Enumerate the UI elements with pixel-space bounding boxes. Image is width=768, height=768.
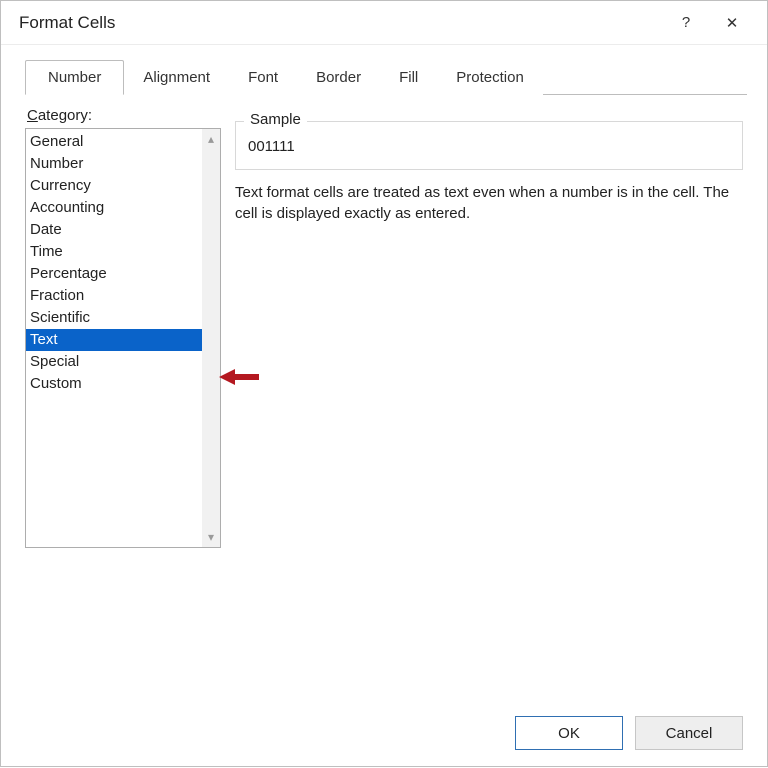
category-item-number[interactable]: Number <box>26 153 202 175</box>
annotation-arrow-icon <box>219 367 259 387</box>
category-label: Category: <box>27 107 221 124</box>
tab-strip: Number Alignment Font Border Fill Protec… <box>25 59 747 95</box>
dialog-body: Number Alignment Font Border Fill Protec… <box>1 45 767 768</box>
category-item-date[interactable]: Date <box>26 219 202 241</box>
tab-border[interactable]: Border <box>297 60 380 95</box>
tab-fill[interactable]: Fill <box>380 60 437 95</box>
category-item-text[interactable]: Text <box>26 329 202 351</box>
title-bar: Format Cells ? ✕ <box>1 1 767 45</box>
category-item-accounting[interactable]: Accounting <box>26 197 202 219</box>
category-item-time[interactable]: Time <box>26 241 202 263</box>
category-item-percentage[interactable]: Percentage <box>26 263 202 285</box>
category-item-scientific[interactable]: Scientific <box>26 307 202 329</box>
cancel-button[interactable]: Cancel <box>635 716 743 750</box>
help-button[interactable]: ? <box>663 7 709 39</box>
sample-group: Sample 001111 <box>235 121 743 170</box>
sample-value: 001111 <box>248 130 730 155</box>
dialog-title: Format Cells <box>19 13 663 33</box>
tab-protection[interactable]: Protection <box>437 60 543 95</box>
close-button[interactable]: ✕ <box>709 7 755 39</box>
tab-font[interactable]: Font <box>229 60 297 95</box>
dialog-button-row: OK Cancel <box>515 716 743 750</box>
category-listbox[interactable]: GeneralNumberCurrencyAccountingDateTimeP… <box>25 128 221 548</box>
category-item-fraction[interactable]: Fraction <box>26 285 202 307</box>
scroll-up-icon[interactable]: ▴ <box>208 131 214 147</box>
category-item-special[interactable]: Special <box>26 351 202 373</box>
category-item-currency[interactable]: Currency <box>26 175 202 197</box>
format-description: Text format cells are treated as text ev… <box>235 182 743 224</box>
category-item-custom[interactable]: Custom <box>26 373 202 395</box>
category-item-general[interactable]: General <box>26 131 202 153</box>
listbox-scrollbar[interactable]: ▴ ▾ <box>202 129 220 547</box>
scroll-down-icon[interactable]: ▾ <box>208 529 214 545</box>
sample-label: Sample <box>244 111 307 128</box>
ok-button[interactable]: OK <box>515 716 623 750</box>
tab-alignment[interactable]: Alignment <box>124 60 229 95</box>
tab-number[interactable]: Number <box>25 60 124 95</box>
